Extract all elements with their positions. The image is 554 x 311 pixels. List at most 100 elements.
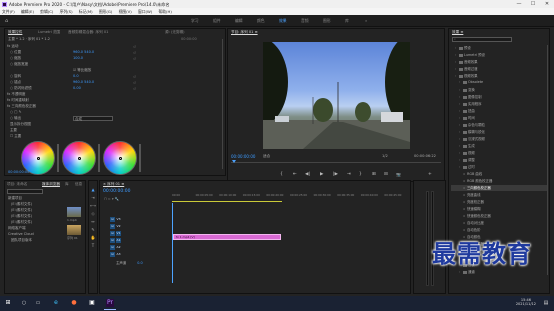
- program-video-frame[interactable]: [263, 42, 410, 149]
- menu-file[interactable]: 文件(F): [2, 8, 15, 15]
- workspace-tab-audio[interactable]: 音频: [301, 18, 309, 24]
- mark-in-icon[interactable]: {: [280, 172, 283, 177]
- effect-row-label[interactable]: ○ □ ✎: [10, 110, 22, 114]
- timeline-title[interactable]: × 序列 01 ≡: [103, 182, 124, 187]
- track-lock-icon[interactable]: ⊡: [110, 245, 115, 250]
- effect-row-label[interactable]: fx 三向颜色校正器: [7, 104, 36, 108]
- workspace-tab-assembly[interactable]: 组件: [213, 18, 221, 24]
- effects-folder[interactable]: › 生成: [451, 143, 547, 149]
- menu-graphics[interactable]: 图形(G): [99, 8, 113, 15]
- effects-folder[interactable]: › 视频: [451, 150, 547, 156]
- browser-icon[interactable]: e: [52, 299, 60, 307]
- resolution-dropdown[interactable]: 1/2: [382, 154, 388, 158]
- shadows-luma-slider[interactable]: [57, 144, 59, 172]
- effects-folder[interactable]: › 视频效果: [451, 73, 547, 79]
- step-back-icon[interactable]: ◀|: [305, 172, 310, 177]
- workspace-tab-color[interactable]: 颜色: [257, 18, 265, 24]
- menu-window[interactable]: 窗口(W): [138, 8, 152, 15]
- timeline-clip-v1[interactable]: fx 1.mp4 [V]: [173, 234, 281, 240]
- effects-folder[interactable]: › 杂色与颗粒: [451, 122, 547, 128]
- sequence-thumbnail[interactable]: [67, 225, 81, 235]
- track-select-icon[interactable]: ⇥: [90, 195, 96, 201]
- tab-effect-controls[interactable]: 效果控件: [8, 30, 22, 35]
- effects-item[interactable]: ▫ 亮度校正器: [451, 199, 547, 205]
- effect-controls-timecode[interactable]: 00:00:00:00: [8, 170, 29, 174]
- tab-lumetri-scopes[interactable]: Lumetri 范围: [38, 30, 60, 35]
- timeline-playhead[interactable]: [172, 203, 173, 283]
- effects-item[interactable]: ▫ 自动色阶: [451, 227, 547, 233]
- track-lock-icon[interactable]: ⊡: [110, 231, 115, 236]
- close-button[interactable]: ✕: [540, 0, 554, 8]
- effects-folder[interactable]: › 通道: [451, 269, 547, 275]
- effect-row-value[interactable]: 0.0: [73, 74, 79, 78]
- track-lock-icon[interactable]: ⊡: [110, 252, 115, 257]
- time-ruler[interactable]: 00:00 00:00:05:00 00:00:10:00 00:00:15:00 00…: [172, 193, 408, 199]
- effects-item[interactable]: ▫ 快速模糊: [451, 206, 547, 212]
- workspace-more[interactable]: »: [365, 18, 367, 23]
- track-lock-icon[interactable]: ⊡: [110, 224, 115, 229]
- play-icon[interactable]: ▶: [320, 172, 323, 177]
- menu-clip[interactable]: 剪辑(C): [40, 8, 53, 15]
- fit-dropdown[interactable]: 适合: [263, 154, 270, 159]
- effects-item[interactable]: ▫ RGB 曲线: [451, 171, 547, 177]
- effects-item[interactable]: ▫ 亮度曲线: [451, 192, 547, 198]
- playhead-icon[interactable]: [232, 160, 236, 163]
- media-app-icon[interactable]: ●: [70, 299, 78, 307]
- scrollbar[interactable]: [221, 39, 223, 169]
- uniform-scale-checkbox[interactable]: ☑ 等比缩放: [73, 68, 91, 73]
- minimize-button[interactable]: —: [512, 0, 526, 8]
- effects-folder[interactable]: › 音频效果: [451, 59, 547, 65]
- effect-row-value[interactable]: 960.0 540.0: [73, 80, 94, 84]
- effect-row-label[interactable]: ○ 防闪烁滤镜: [10, 86, 32, 90]
- program-monitor-title[interactable]: 节目: 序列 01 ≡: [231, 30, 258, 35]
- effects-folder[interactable]: › 过时: [451, 164, 547, 170]
- tab-info[interactable]: 信息: [75, 182, 82, 187]
- marker-icon[interactable]: ▾: [112, 197, 114, 201]
- effect-row-label[interactable]: ○ 输出: [10, 116, 21, 120]
- notification-icon[interactable]: ▤: [542, 299, 550, 307]
- menu-sequence[interactable]: 序列(S): [60, 8, 73, 15]
- effect-row-label[interactable]: fx 不透明度: [7, 92, 25, 96]
- lift-icon[interactable]: ⊞: [372, 172, 376, 177]
- settings-icon[interactable]: 🔧: [115, 197, 119, 201]
- effects-folder[interactable]: › Obsolete: [451, 80, 547, 86]
- wheel-handle[interactable]: [37, 157, 40, 160]
- master-volume-value[interactable]: 0.0: [137, 261, 142, 265]
- workspace-tab-libraries[interactable]: 库: [345, 18, 349, 24]
- effect-row-label[interactable]: ○ 位置: [10, 50, 21, 54]
- effects-scrollbar[interactable]: [546, 45, 548, 275]
- snap-icon[interactable]: ⊓: [104, 197, 107, 201]
- effects-folder[interactable]: › 沉浸式视频: [451, 136, 547, 142]
- effects-folder[interactable]: › 实用程序: [451, 101, 547, 107]
- effect-row-value[interactable]: 100.0: [73, 56, 83, 60]
- media-search-input[interactable]: [7, 189, 43, 194]
- home-icon[interactable]: ⌂: [5, 18, 8, 24]
- effects-folder[interactable]: › 扭曲: [451, 108, 547, 114]
- highlights-luma-slider[interactable]: [139, 144, 141, 172]
- effects-folder[interactable]: › 预设: [451, 45, 547, 51]
- tab-media-browser[interactable]: 媒体浏览器: [42, 182, 60, 187]
- clock[interactable]: 15:46 2021/11/12: [516, 298, 536, 306]
- effects-folder[interactable]: › 调整: [451, 157, 547, 163]
- type-icon[interactable]: T: [90, 243, 96, 249]
- effects-item[interactable]: ▫ 快速颜色校正器: [451, 213, 547, 219]
- effect-row-label[interactable]: ○ 缩放宽度: [10, 62, 28, 66]
- effects-folder[interactable]: › 模糊与锐化: [451, 129, 547, 135]
- go-to-out-icon[interactable]: ⇥: [347, 172, 351, 177]
- tab-audio-clip-mixer[interactable]: 音频剪辑混合器: 序列 01: [68, 30, 108, 35]
- menu-edit[interactable]: 编辑(E): [21, 8, 34, 15]
- effect-row-label[interactable]: ○ 旋转: [10, 74, 21, 78]
- pen-icon[interactable]: ✎: [90, 227, 96, 233]
- maximize-button[interactable]: ☐: [526, 0, 540, 8]
- effect-row-label[interactable]: fx 时间重映射: [7, 98, 29, 102]
- workspace-tab-graphics[interactable]: 图形: [323, 18, 331, 24]
- highlights-color-wheel[interactable]: [103, 141, 137, 175]
- tab-project[interactable]: 项目: 未命名: [7, 182, 27, 187]
- workspace-tab-effects[interactable]: 效果: [279, 18, 287, 24]
- track-lock-icon[interactable]: ⊡: [110, 238, 115, 243]
- effects-search-input[interactable]: [452, 37, 512, 42]
- effects-folder[interactable]: › 音频过渡: [451, 66, 547, 72]
- program-scrubber[interactable]: [231, 162, 441, 166]
- search-icon[interactable]: ○: [20, 299, 28, 307]
- tab-libraries[interactable]: 库: [65, 182, 69, 187]
